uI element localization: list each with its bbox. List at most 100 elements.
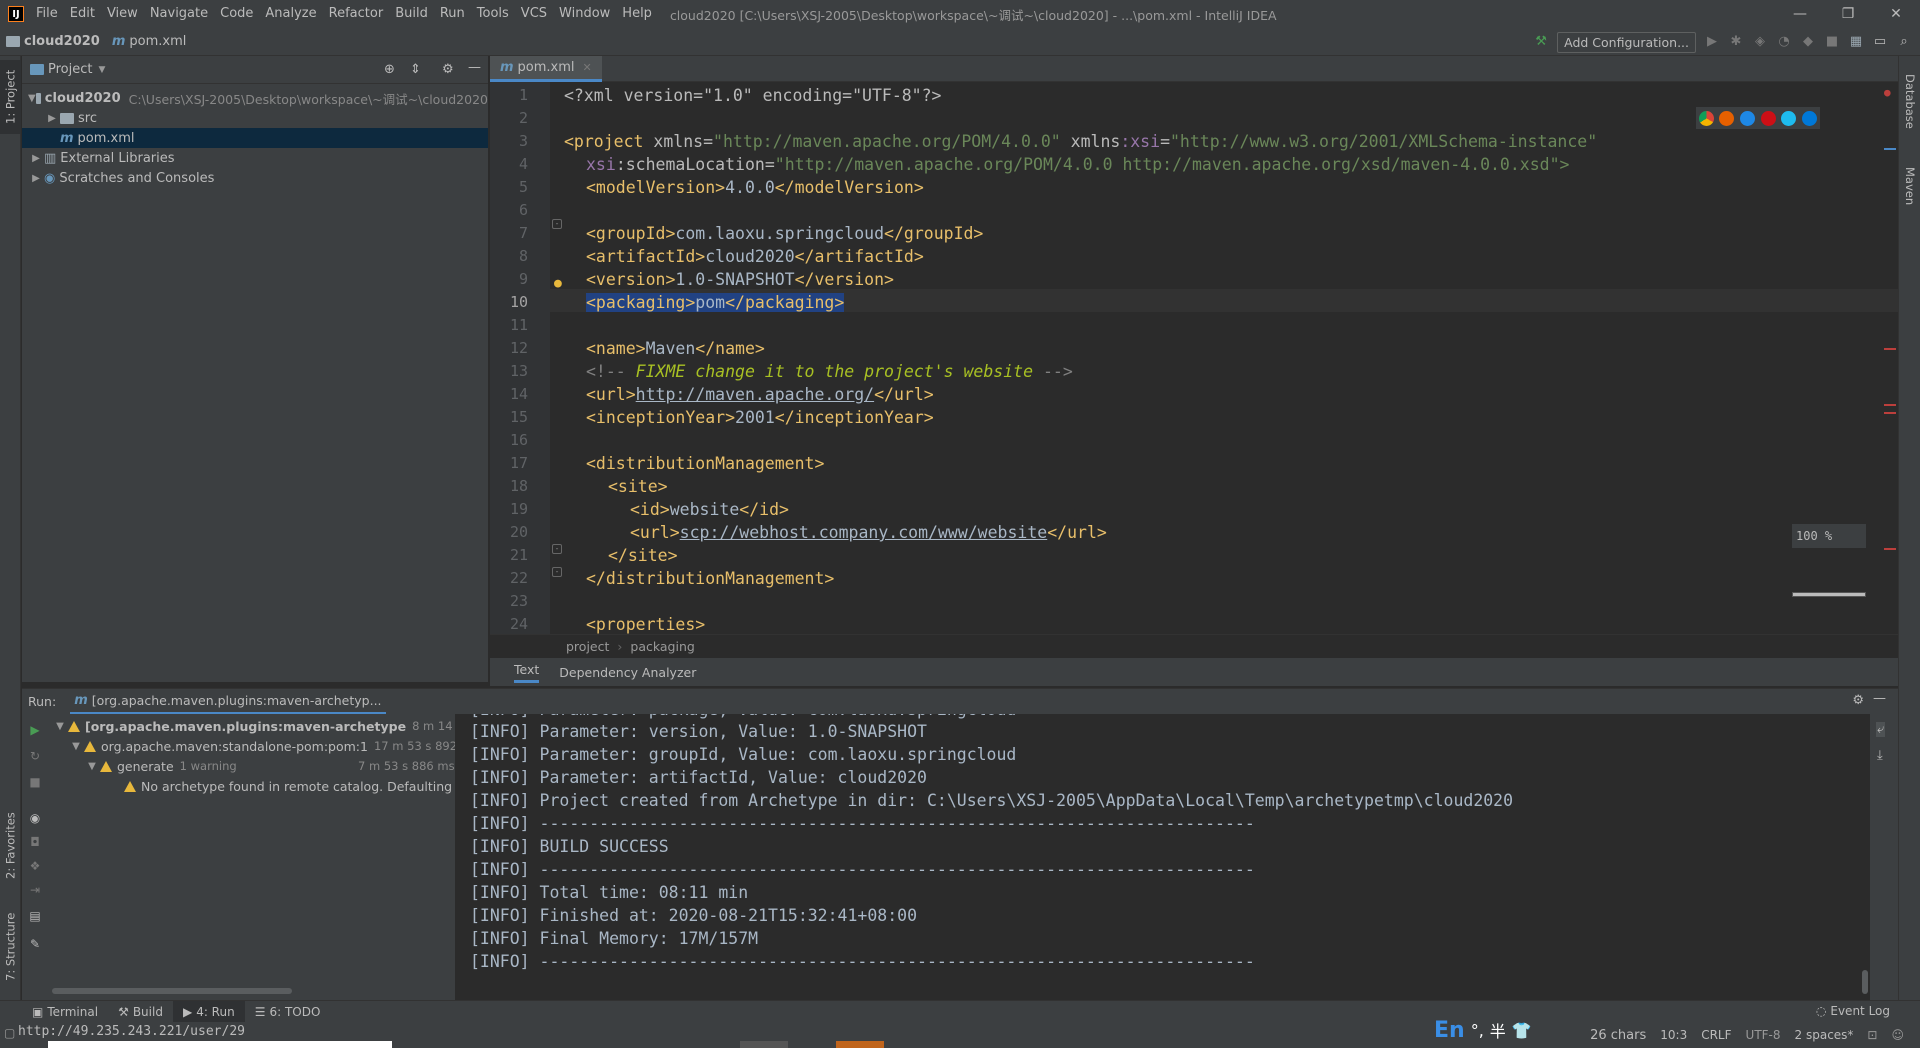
project-structure-icon[interactable]: ▦ xyxy=(1848,34,1864,50)
menu-help[interactable]: Help xyxy=(616,0,658,28)
run-tree-row[interactable]: ▼ [org.apache.maven.plugins:maven-archet… xyxy=(52,716,455,736)
export-icon[interactable]: ⇥ xyxy=(27,882,43,898)
menu-vcs[interactable]: VCS xyxy=(515,0,553,28)
tree-item-pom[interactable]: m pom.xml xyxy=(22,128,488,148)
status-encoding[interactable]: UTF-8 xyxy=(1746,1028,1781,1042)
menu-navigate[interactable]: Navigate xyxy=(144,0,214,28)
lightbulb-icon[interactable]: ● xyxy=(554,276,562,291)
toggle-layout-icon[interactable]: ▭ xyxy=(1872,34,1888,50)
opera-icon[interactable] xyxy=(1760,110,1776,126)
inspector-icon[interactable]: ☺ xyxy=(1891,1028,1904,1042)
lock-icon[interactable]: ⊡ xyxy=(1867,1028,1877,1042)
tree-icon[interactable]: ❖ xyxy=(27,858,43,874)
tab-run[interactable]: ▶ 4: Run xyxy=(172,1000,245,1023)
rerun-icon[interactable]: ▶ xyxy=(27,722,43,738)
ime-lang[interactable]: En xyxy=(1434,1018,1465,1043)
tree-item-src[interactable]: ▶ src xyxy=(22,108,488,128)
fold-toggle[interactable]: - xyxy=(552,544,562,554)
menu-window[interactable]: Window xyxy=(553,0,616,28)
chevron-right-icon[interactable]: ▶ xyxy=(44,113,60,124)
minimize-button[interactable]: — xyxy=(1776,0,1824,28)
zoom-slider[interactable] xyxy=(1792,592,1866,597)
chevron-right-icon[interactable]: ▶ xyxy=(28,153,44,164)
layout-icon[interactable]: ▤ xyxy=(27,908,43,924)
debug-icon[interactable]: ✱ xyxy=(1728,34,1744,50)
pin-icon[interactable]: ✎ xyxy=(27,936,43,952)
status-line-separator[interactable]: CRLF xyxy=(1701,1028,1731,1042)
tab-dependency-analyzer[interactable]: Dependency Analyzer xyxy=(559,665,696,680)
tree-item-scratches[interactable]: ▶ ◉ Scratches and Consoles xyxy=(22,168,488,188)
run-tree-row[interactable]: ▼ org.apache.maven:standalone-pom:pom:1 … xyxy=(68,736,455,756)
edge-icon[interactable] xyxy=(1802,110,1818,126)
build-hammer-icon[interactable]: ⚒ xyxy=(1533,34,1549,50)
run-configuration-tab[interactable]: m [org.apache.maven.plugins:maven-archet… xyxy=(70,689,386,715)
tab-maven[interactable]: Maven xyxy=(1899,156,1920,216)
ime-width[interactable]: 半 xyxy=(1490,1018,1506,1042)
chevron-down-icon[interactable]: ▼ xyxy=(98,65,105,75)
chevron-down-icon[interactable]: ▼ xyxy=(52,721,68,732)
search-everywhere-icon[interactable]: ⌕ xyxy=(1896,34,1912,50)
screenshot-icon[interactable]: ◘ xyxy=(27,834,43,850)
menu-build[interactable]: Build xyxy=(389,0,434,28)
tab-build[interactable]: ⚒ Build xyxy=(108,1001,173,1023)
attach-icon[interactable]: ◆ xyxy=(1800,34,1816,50)
gear-icon[interactable]: ⚙ xyxy=(442,62,454,77)
scroll-marker[interactable] xyxy=(1884,148,1896,150)
tab-project[interactable]: 1: Project xyxy=(0,60,21,134)
tab-database[interactable]: Database xyxy=(1899,66,1920,136)
nav-crumb-project[interactable]: cloud2020 xyxy=(0,34,106,49)
menu-refactor[interactable]: Refactor xyxy=(323,0,390,28)
tab-terminal[interactable]: ▣ Terminal xyxy=(22,1001,108,1023)
fold-toggle[interactable]: - xyxy=(552,567,562,577)
vertical-scrollbar[interactable] xyxy=(1862,970,1868,994)
menu-tools[interactable]: Tools xyxy=(471,0,515,28)
nav-crumb-file[interactable]: m pom.xml xyxy=(106,34,193,49)
chevron-down-icon[interactable]: ▼ xyxy=(84,761,100,772)
ime-skin-icon[interactable]: 👕 xyxy=(1512,1021,1532,1040)
fold-toggle[interactable]: - xyxy=(552,219,562,229)
chevron-down-icon[interactable]: ▼ xyxy=(28,93,36,104)
menu-run[interactable]: Run xyxy=(434,0,471,28)
close-icon[interactable]: ✕ xyxy=(583,61,592,74)
add-configuration-button[interactable]: Add Configuration... xyxy=(1557,31,1696,53)
menu-file[interactable]: File xyxy=(30,0,64,28)
restore-button[interactable]: ❐ xyxy=(1824,0,1872,28)
hide-icon[interactable]: — xyxy=(1873,691,1886,706)
tab-todo[interactable]: ☰ 6: TODO xyxy=(245,1001,331,1023)
code-editor[interactable]: 1 2 3 4 5 6 7 8 9 10 11 12 13 14 15 16 17 18 19 20 21 22 23 24 … xyxy=(490,82,1898,634)
soft-wrap-icon[interactable]: ⤶ xyxy=(1876,722,1886,737)
rerun-failed-icon[interactable]: ↻ xyxy=(27,748,43,764)
collapse-all-icon[interactable]: ⇕ xyxy=(410,62,421,77)
error-marker[interactable] xyxy=(1884,412,1896,414)
run-tree-row[interactable]: ▼ generate 1 warning 7 m 53 s 886 ms xyxy=(84,756,454,776)
error-marker[interactable] xyxy=(1884,348,1896,350)
tree-root[interactable]: ▼ cloud2020 C:\Users\XSJ-2005\Desktop\wo… xyxy=(22,88,488,108)
ie-icon[interactable] xyxy=(1781,110,1797,126)
run-tree-row[interactable]: No archetype found in remote catalog. De… xyxy=(124,776,455,796)
status-indent[interactable]: 2 spaces* xyxy=(1795,1028,1854,1042)
menu-analyze[interactable]: Analyze xyxy=(259,0,322,28)
gear-icon[interactable]: ⚙ xyxy=(1852,693,1864,708)
stop-icon[interactable]: ■ xyxy=(1824,34,1840,50)
horizontal-scrollbar[interactable] xyxy=(52,988,292,994)
close-window-button[interactable]: ✕ xyxy=(1872,0,1920,28)
event-log-button[interactable]: ◌ Event Log xyxy=(1816,1004,1890,1018)
status-position[interactable]: 10:3 xyxy=(1660,1028,1687,1042)
menu-code[interactable]: Code xyxy=(214,0,259,28)
scroll-to-end-icon[interactable]: ⤓ xyxy=(1877,748,1883,763)
status-toggle-icon[interactable]: ▢ xyxy=(4,1026,15,1040)
firefox-icon[interactable] xyxy=(1719,110,1735,126)
tab-structure[interactable]: 7: Structure xyxy=(0,902,21,992)
menu-view[interactable]: View xyxy=(101,0,144,28)
safari-icon[interactable] xyxy=(1740,110,1756,126)
run-icon[interactable]: ▶ xyxy=(1704,34,1720,50)
chevron-down-icon[interactable]: ▼ xyxy=(68,741,84,752)
breadcrumb-project[interactable]: project xyxy=(566,639,609,654)
locate-icon[interactable]: ⊕ xyxy=(384,62,395,77)
profile-icon[interactable]: ◔ xyxy=(1776,34,1792,50)
coverage-icon[interactable]: ◈ xyxy=(1752,34,1768,50)
tab-text[interactable]: Text xyxy=(514,662,540,683)
error-marker[interactable] xyxy=(1884,404,1896,406)
ime-punct[interactable]: °, xyxy=(1471,1021,1484,1040)
breadcrumb-packaging[interactable]: packaging xyxy=(630,639,694,654)
